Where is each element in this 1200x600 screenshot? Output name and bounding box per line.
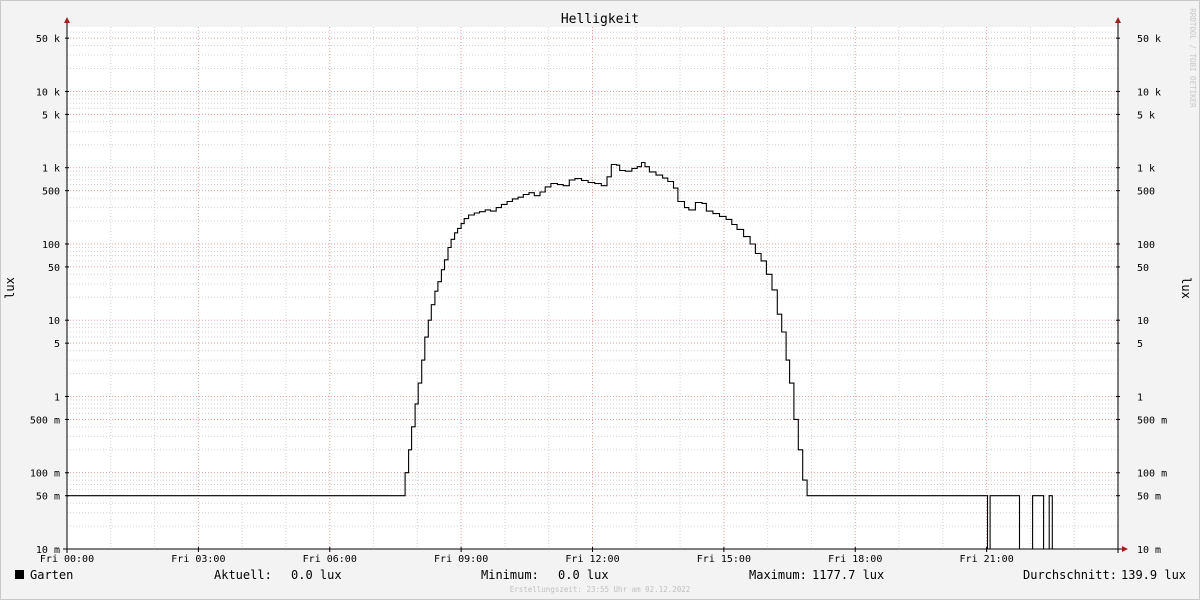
rrdtool-watermark: RRDTOOL / TOBI OETIKER (1188, 8, 1197, 108)
y-tick-label-right: 100 (1137, 240, 1155, 251)
x-tick-label: Fri 12:00 (565, 554, 619, 565)
footer-timestamp: Erstellungszeit: 23:55 Uhr am 02.12.2022 (510, 585, 691, 594)
y-tick-label-right: 10 m (1137, 545, 1161, 556)
y-tick-label-right: 50 m (1137, 492, 1161, 503)
x-tick-label: Fri 18:00 (828, 554, 882, 565)
y-tick-label-right: 10 (1137, 316, 1149, 327)
y-tick-label-left: 10 (48, 316, 60, 327)
y-axis-label-left: lux (3, 277, 17, 299)
y-tick-label-left: 50 m (36, 492, 60, 503)
y-tick-label-left: 5 k (42, 110, 60, 121)
y-tick-label-left: 100 (42, 240, 60, 251)
legend-min-value: 0.0 lux (558, 568, 609, 582)
y-tick-label-left: 5 (54, 339, 60, 350)
y-tick-label-left: 100 m (30, 469, 60, 480)
y-tick-label-right: 500 (1137, 187, 1155, 198)
legend-max-value: 1177.7 lux (812, 568, 884, 582)
legend-current-label: Aktuell: (214, 568, 272, 582)
x-tick-label: Fri 21:00 (960, 554, 1014, 565)
legend-avg-label: Durchschnitt: (1023, 568, 1117, 582)
y-axis-label-right: lux (1179, 277, 1193, 299)
x-tick-label: Fri 09:00 (434, 554, 488, 565)
y-tick-label-left: 10 k (36, 87, 60, 98)
y-tick-label-left: 50 (48, 263, 60, 274)
x-tick-label: Fri 00:00 (40, 554, 94, 565)
legend-min-label: Minimum: (481, 568, 539, 582)
x-tick-label: Fri 03:00 (171, 554, 225, 565)
y-tick-label-left: 1 k (42, 164, 60, 175)
y-tick-label-left: 500 m (30, 415, 60, 426)
y-tick-label-right: 1 (1137, 392, 1143, 403)
x-tick-label: Fri 06:00 (303, 554, 357, 565)
legend-series-name: Garten (30, 568, 73, 582)
brightness-chart: 50 k 50 k10 k 10 k5 k5 k1 k1 k500 500100 100… (0, 0, 1200, 600)
legend-swatch-garten (15, 570, 24, 579)
y-tick-label-right: 500 m (1137, 415, 1167, 426)
y-tick-label-right: 100 m (1137, 469, 1167, 480)
legend-max-label: Maximum: (749, 568, 807, 582)
y-tick-label-right: 1 k (1137, 164, 1155, 175)
y-tick-label-right: 10 k (1137, 87, 1161, 98)
y-tick-label-left: 1 (54, 392, 60, 403)
legend-current-value: 0.0 lux (291, 568, 342, 582)
y-tick-label-right: 5 k (1137, 110, 1155, 121)
x-tick-label: Fri 15:00 (697, 554, 751, 565)
y-tick-label-left: 50 k (36, 34, 60, 45)
y-tick-label-right: 5 (1137, 339, 1143, 350)
chart-title: Helligkeit (561, 12, 639, 27)
y-tick-label-left: 500 (42, 187, 60, 198)
legend-avg-value: 139.9 lux (1121, 568, 1186, 582)
y-tick-label-right: 50 (1137, 263, 1149, 274)
y-tick-label-right: 50 k (1137, 34, 1161, 45)
